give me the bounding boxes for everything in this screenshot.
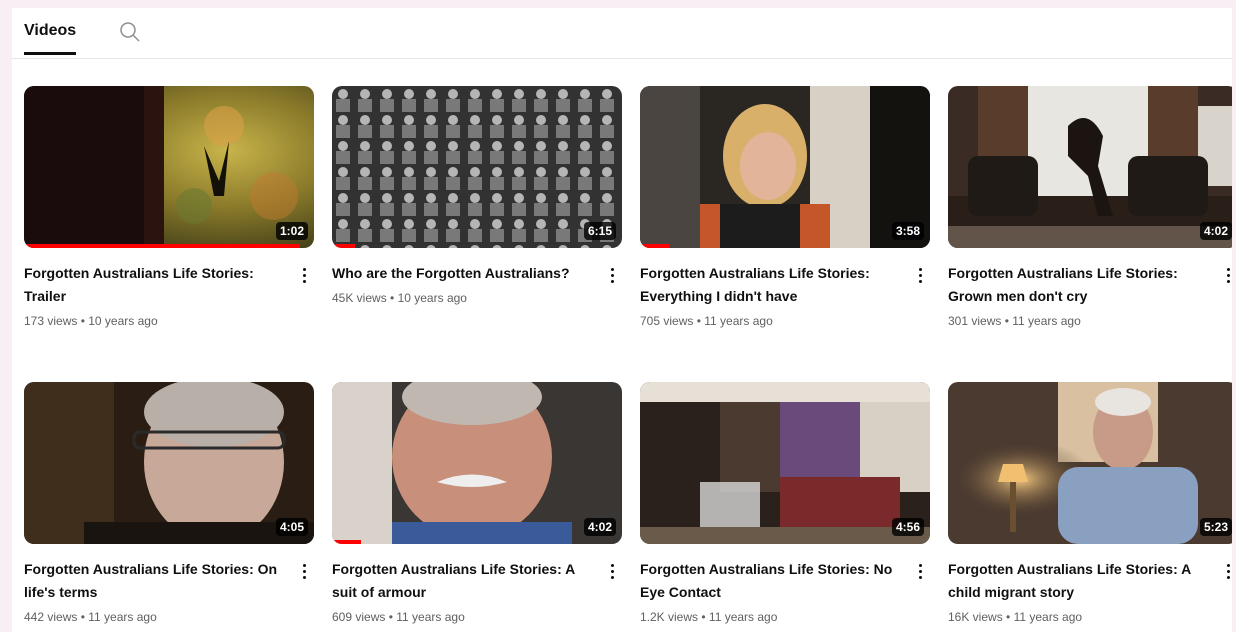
duration-badge: 4:56 [891, 518, 924, 536]
upload-age: 11 years ago [708, 610, 778, 624]
watch-progress-bar [640, 244, 669, 248]
more-vertical-icon[interactable] [604, 560, 620, 582]
upload-age: 11 years ago [1012, 314, 1081, 328]
view-count: 1.2K views [640, 610, 699, 624]
video-stats: 16K views • 11 years ago [948, 610, 1083, 624]
duration-badge: 3:58 [891, 222, 924, 240]
view-count: 301 views [948, 314, 1002, 328]
view-count: 442 views [24, 610, 78, 624]
duration-badge: 4:05 [275, 518, 308, 536]
video-thumbnail[interactable]: 4:56 [640, 382, 930, 544]
video-card[interactable]: 3:58 Forgotten Australians Life Stories:… [640, 86, 930, 328]
video-stats: 173 views • 10 years ago [24, 314, 158, 328]
video-stats: 301 views • 11 years ago [948, 314, 1081, 328]
video-stats: 442 views • 11 years ago [24, 610, 157, 624]
video-card[interactable]: 5:23 Forgotten Australians Life Stories:… [948, 382, 1232, 624]
video-thumbnail[interactable]: 1:02 [24, 86, 314, 248]
more-vertical-icon[interactable] [1220, 560, 1232, 582]
view-count: 45K views [332, 291, 387, 305]
channel-tabs: Videos [12, 8, 1232, 59]
video-card[interactable]: 4:02 Forgotten Australians Life Stories:… [948, 86, 1232, 328]
search-icon[interactable] [118, 20, 142, 44]
view-count: 16K views [948, 610, 1003, 624]
more-vertical-icon[interactable] [604, 264, 620, 286]
duration-badge: 4:02 [583, 518, 616, 536]
more-vertical-icon[interactable] [296, 560, 312, 582]
more-vertical-icon[interactable] [912, 560, 928, 582]
video-thumbnail[interactable]: 6:15 [332, 86, 622, 248]
watch-progress-bar [332, 244, 356, 248]
watch-progress-bar [332, 540, 361, 544]
video-stats: 1.2K views • 11 years ago [640, 610, 778, 624]
video-title[interactable]: Forgotten Australians Life Stories: Trai… [24, 262, 286, 308]
video-card[interactable]: 4:05 Forgotten Australians Life Stories:… [24, 382, 314, 624]
upload-age: 11 years ago [704, 314, 773, 328]
view-count: 609 views [332, 610, 386, 624]
video-title[interactable]: Forgotten Australians Life Stories: On l… [24, 558, 286, 604]
video-title[interactable]: Forgotten Australians Life Stories: Ever… [640, 262, 902, 308]
video-thumbnail[interactable]: 4:02 [332, 382, 622, 544]
video-thumbnail[interactable]: 3:58 [640, 86, 930, 248]
more-vertical-icon[interactable] [1220, 264, 1232, 286]
video-thumbnail[interactable]: 5:23 [948, 382, 1232, 544]
video-title[interactable]: Forgotten Australians Life Stories: A ch… [948, 558, 1210, 604]
video-title[interactable]: Forgotten Australians Life Stories: Grow… [948, 262, 1210, 308]
duration-badge: 6:15 [583, 222, 616, 240]
video-stats: 45K views • 10 years ago [332, 291, 467, 305]
video-card[interactable]: 1:02 Forgotten Australians Life Stories:… [24, 86, 314, 328]
video-card[interactable]: 4:56 Forgotten Australians Life Stories:… [640, 382, 930, 624]
video-title[interactable]: Who are the Forgotten Australians? [332, 262, 594, 285]
view-count: 705 views [640, 314, 694, 328]
more-vertical-icon[interactable] [912, 264, 928, 286]
upload-age: 10 years ago [88, 314, 158, 328]
upload-age: 11 years ago [396, 610, 465, 624]
more-vertical-icon[interactable] [296, 264, 312, 286]
duration-badge: 1:02 [275, 222, 308, 240]
video-thumbnail[interactable]: 4:05 [24, 382, 314, 544]
upload-age: 11 years ago [1013, 610, 1083, 624]
tab-videos[interactable]: Videos [24, 22, 77, 55]
upload-age: 10 years ago [397, 291, 467, 305]
video-thumbnail[interactable]: 4:02 [948, 86, 1232, 248]
view-count: 173 views [24, 314, 78, 328]
video-stats: 705 views • 11 years ago [640, 314, 773, 328]
video-stats: 609 views • 11 years ago [332, 610, 465, 624]
watch-progress-bar [24, 244, 300, 248]
duration-badge: 4:02 [1199, 222, 1232, 240]
duration-badge: 5:23 [1199, 518, 1232, 536]
upload-age: 11 years ago [88, 610, 157, 624]
channel-videos-panel: Videos 1:02 Forgotten Australians Life S… [12, 8, 1232, 632]
video-title[interactable]: Forgotten Australians Life Stories: No E… [640, 558, 902, 604]
video-card[interactable]: 4:02 Forgotten Australians Life Stories:… [332, 382, 622, 624]
video-title[interactable]: Forgotten Australians Life Stories: A su… [332, 558, 594, 604]
video-card[interactable]: 6:15 Who are the Forgotten Australians? … [332, 86, 622, 305]
